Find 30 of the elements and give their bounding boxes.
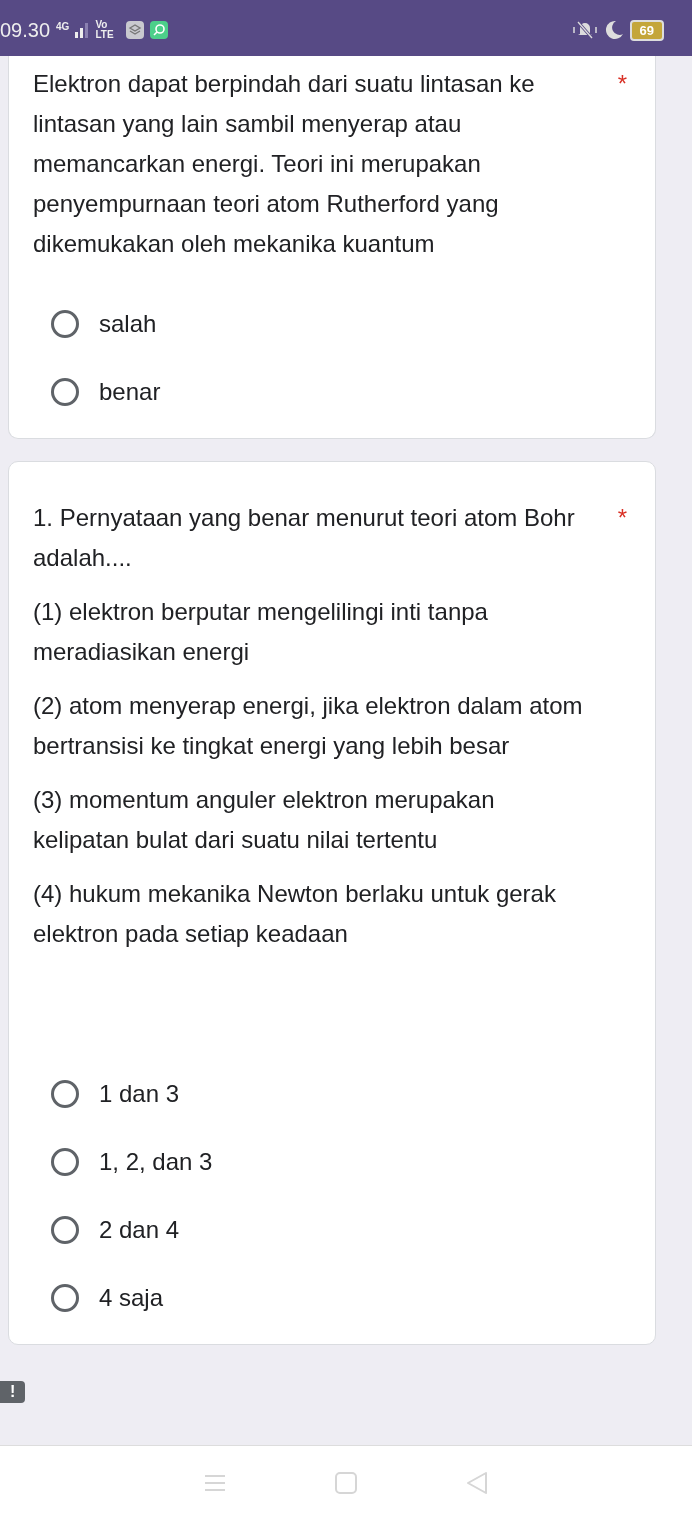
layers-icon: [125, 21, 144, 39]
moon-icon: [603, 20, 624, 40]
required-mark: *: [617, 69, 627, 99]
radio-button[interactable]: [51, 310, 79, 338]
muted-bell-icon: [571, 20, 598, 40]
network-type: 4G: [56, 20, 70, 32]
answer-option[interactable]: 2 dan 4: [33, 1210, 180, 1250]
radio-button[interactable]: [51, 378, 79, 406]
question-text: Elektron dapat berpindah dari suatu lintasan ke lintasan yang lain sambil menyerap atau memancarkan energi. Teori ini merupakan penyempurnaan teori atom Rutherford yang dikemukakan oleh mekanika kuantum: [33, 69, 536, 259]
required-mark: *: [617, 503, 627, 533]
feedback-badge[interactable]: !: [0, 1381, 26, 1403]
statement-text: (3) momentum anguler elektron merupakan kelipatan bulat dari suatu nilai tertentu: [33, 785, 496, 855]
app-icon: [149, 21, 168, 39]
statement-text: (1) elektron berputar mengelilingi inti tanpa meradiasikan energi: [33, 597, 489, 667]
radio-button[interactable]: [51, 1284, 79, 1312]
answer-option[interactable]: 1 dan 3: [33, 1074, 180, 1114]
answer-option[interactable]: benar: [33, 372, 161, 412]
radio-button[interactable]: [51, 1216, 79, 1244]
signal-icon: [75, 22, 90, 38]
statement-text: (4) hukum mekanika Newton berlaku untuk gerak elektron pada setiap keadaan: [33, 879, 557, 949]
question-text: 1. Pernyataan yang benar menurut teori atom Bohr adalah....: [33, 503, 576, 573]
statement-text: (2) atom menyerap energi, jika elektron dalam atom bertransisi ke tingkat energi yang lebih besar: [33, 691, 584, 761]
radio-button[interactable]: [51, 1148, 79, 1176]
clock: 09.30: [0, 18, 51, 42]
volte-indicator: Vo LTE: [95, 20, 114, 40]
answer-option[interactable]: salah: [33, 304, 157, 344]
answer-option[interactable]: 4 saja: [33, 1278, 164, 1318]
answer-option[interactable]: 1, 2, dan 3: [33, 1142, 213, 1182]
radio-button[interactable]: [51, 1080, 79, 1108]
battery-indicator: 69: [629, 19, 664, 41]
